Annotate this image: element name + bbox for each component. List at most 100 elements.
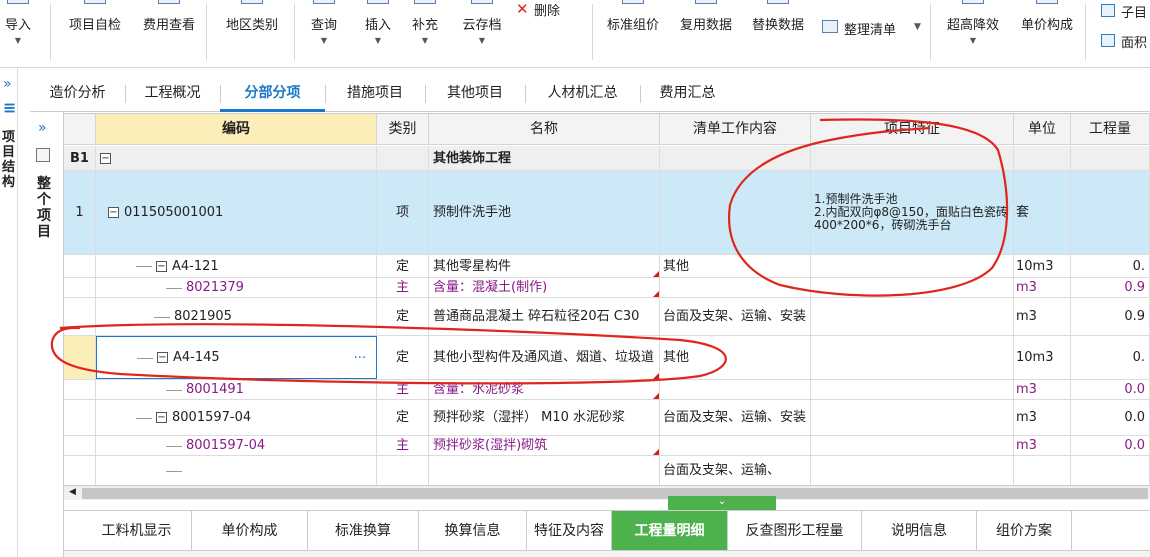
name-cell[interactable]: 预制件洗手池 [429,171,660,254]
table-row[interactable]: −8001597-04 定预拌砂浆（湿拌） M10 水泥砂浆 台面及支架、运输、安装… [64,400,1150,436]
code-cell[interactable]: 8001597-04 [96,436,377,455]
sub-item-button[interactable]: 子目 [1095,0,1150,28]
code-cell[interactable]: 8021379 [96,278,377,297]
scroll-thumb[interactable] [82,488,1148,499]
unit-cell[interactable]: m3 [1014,400,1071,435]
collapse-toggle-icon[interactable]: − [156,412,167,423]
tab-3[interactable]: 措施项目 [325,75,425,111]
quantity-cell[interactable] [1071,171,1150,254]
name-cell[interactable]: 预拌砂浆(湿拌)砌筑 [429,436,660,455]
type-cell[interactable]: 定 [377,298,429,335]
bottom-tab-0[interactable]: 工料机显示 [82,511,192,551]
panel-expand-icon[interactable]: » [38,120,47,136]
expand-icon[interactable]: » [3,76,12,92]
unit-cell[interactable]: m3 [1014,298,1071,335]
feature-cell[interactable] [811,146,1014,170]
bottom-tab-4[interactable]: 特征及内容 [527,511,612,551]
name-cell[interactable]: 其他零星构件 [429,255,660,277]
insert-button[interactable]: 插入 ▼ [358,0,398,66]
name-cell[interactable]: 普通商品混凝土 碎石粒径20石 C30 [429,298,660,335]
code-cell[interactable]: −8001597-04 [96,400,377,435]
column-header[interactable]: 编码 [96,114,377,145]
tab-2[interactable]: 分部分项 [220,75,325,112]
work-content-cell[interactable] [660,146,811,170]
type-cell[interactable]: 主 [377,436,429,455]
quantity-cell[interactable]: 0.9 [1071,278,1150,297]
menu-icon[interactable]: ≡ [3,98,16,117]
bottom-tab-5[interactable]: 工程量明细 [612,511,728,551]
column-header[interactable]: 工程量 [1071,114,1150,145]
reuse-data-button[interactable]: 复用数据 [673,0,739,66]
name-cell[interactable]: 含量：混凝土(制作) [429,278,660,297]
feature-cell[interactable] [811,380,1014,399]
collapse-toggle-icon[interactable]: − [157,352,168,363]
import-button[interactable]: 导入 ▼ [0,0,36,66]
quantity-cell[interactable]: 0.0 [1071,380,1150,399]
quantity-cell[interactable] [1071,456,1150,485]
collapse-toggle-icon[interactable]: − [100,152,111,164]
table-row[interactable]: − A4-145 ··· 定其他小型构件及通风道、烟道、垃圾道 其他 10m3 0. [64,336,1150,380]
collapse-toggle-icon[interactable]: − [108,207,119,218]
bottom-tab-8[interactable]: 组价方案 [977,511,1072,551]
name-cell[interactable]: 预拌砂浆（湿拌） M10 水泥砂浆 [429,400,660,435]
bottom-tab-3[interactable]: 换算信息 [419,511,527,551]
check-button[interactable]: 项目自检 [62,0,128,66]
type-cell[interactable]: 定 [377,400,429,435]
work-content-cell[interactable]: 其他 [660,336,811,379]
table-row[interactable]: − A4-121 定其他零星构件 其他 10m3 0. [64,255,1150,278]
name-cell[interactable]: 含量：水泥砂浆 [429,380,660,399]
work-content-cell[interactable] [660,278,811,297]
code-cell[interactable]: − [96,146,377,170]
code-cell[interactable]: − A4-121 [96,255,377,277]
quantity-cell[interactable] [1071,146,1150,170]
unit-cell[interactable]: m3 [1014,278,1071,297]
scroll-left-icon[interactable]: ◀ [69,487,76,497]
high-rise-button[interactable]: 超高降效 ▼ [940,0,1006,66]
bottom-tab-7[interactable]: 说明信息 [862,511,977,551]
feature-cell[interactable] [811,278,1014,297]
table-row[interactable]: 8021905 定普通商品混凝土 碎石粒径20石 C30 台面及支架、运输、安装 m3… [64,298,1150,336]
code-cell[interactable]: − A4-145 ··· [96,336,377,379]
work-content-cell[interactable]: 台面及支架、运输、安装 [660,400,811,435]
table-row[interactable]: 台面及支架、运输、 [64,456,1150,485]
feature-cell[interactable] [811,436,1014,455]
standard-price-button[interactable]: 标准组价 [600,0,666,66]
collapse-toggle-icon[interactable]: − [156,260,167,272]
work-content-cell[interactable] [660,436,811,455]
quantity-cell[interactable]: 0.0 [1071,436,1150,455]
unit-cell[interactable]: 10m3 [1014,255,1071,277]
table-row[interactable]: 8021379 主含量：混凝土(制作) m3 0.9 [64,278,1150,298]
bottom-tab-6[interactable]: 反查图形工程量 [728,511,862,551]
type-cell[interactable]: 主 [377,380,429,399]
feature-cell[interactable] [811,298,1014,335]
code-cell[interactable]: 8001491 [96,380,377,399]
column-header[interactable]: 项目特征 [811,114,1014,145]
tab-6[interactable]: 费用汇总 [640,75,735,111]
feature-cell[interactable] [811,336,1014,379]
quantity-cell[interactable]: 0.0 [1071,400,1150,435]
name-cell[interactable] [429,456,660,485]
unit-price-button[interactable]: 单价构成 [1014,0,1080,66]
work-content-cell[interactable] [660,380,811,399]
tab-0[interactable]: 造价分析 [30,75,125,111]
table-row[interactable]: 8001491 主含量：水泥砂浆 m3 0.0 [64,380,1150,400]
area-button[interactable]: 面积 [1095,30,1150,58]
whole-project-label[interactable]: 整个项目 [37,176,53,240]
horizontal-scrollbar[interactable]: ◀ [64,485,1150,500]
cloud-save-button[interactable]: 云存档 ▼ [458,0,506,66]
unit-cell[interactable]: m3 [1014,380,1071,399]
more-options-icon[interactable]: ··· [354,351,366,366]
feature-cell[interactable] [811,255,1014,277]
column-header[interactable]: 单位 [1014,114,1071,145]
type-cell[interactable]: 主 [377,278,429,297]
query-button[interactable]: 查询 ▼ [306,0,342,66]
replace-data-button[interactable]: 替换数据 [745,0,811,66]
tab-4[interactable]: 其他项目 [425,75,525,111]
table-row[interactable]: 1−011505001001 项预制件洗手池 1.预制件洗手池 2.内配双向φ8@1… [64,171,1150,255]
feature-cell[interactable] [811,400,1014,435]
column-header[interactable]: 名称 [429,114,660,145]
feature-cell[interactable] [811,456,1014,485]
name-cell[interactable]: 其他装饰工程 [429,146,660,170]
quantity-cell[interactable]: 0.9 [1071,298,1150,335]
unit-cell[interactable]: m3 [1014,436,1071,455]
